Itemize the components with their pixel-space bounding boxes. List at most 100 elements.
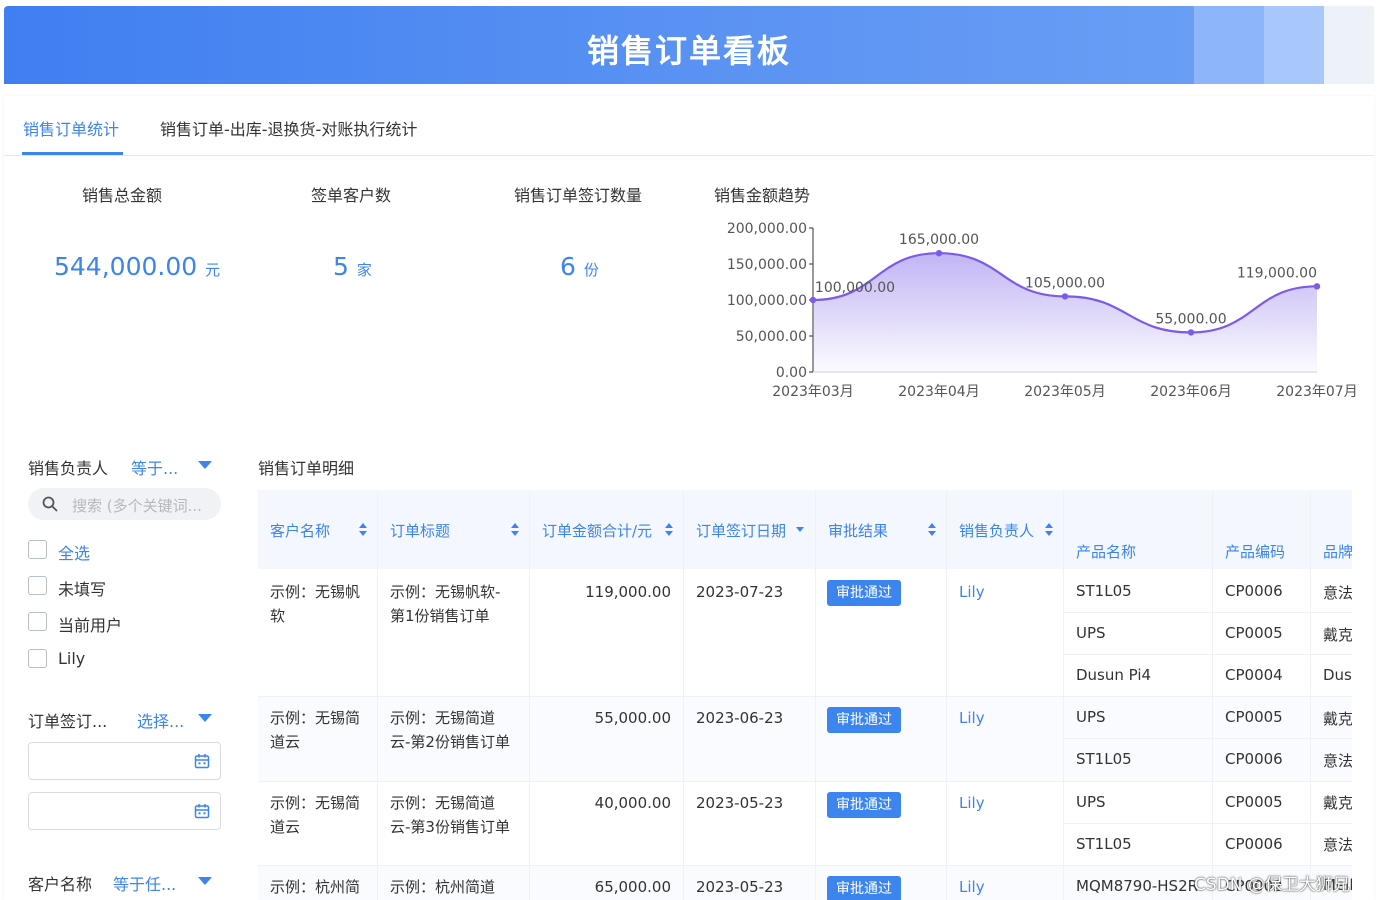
- sort-icon[interactable]: [511, 523, 519, 537]
- status-badge: 审批通过: [827, 707, 901, 733]
- column-divider: [1212, 490, 1213, 900]
- sort-icon[interactable]: [359, 523, 367, 537]
- cell-text: 云-第2份销售订单: [390, 733, 510, 751]
- checkbox-empty[interactable]: [28, 576, 47, 595]
- option-empty[interactable]: 未填写: [58, 576, 106, 600]
- cell-date: 2023-07-23: [696, 583, 784, 601]
- cell-product-code: CP0006: [1225, 750, 1283, 768]
- option-lily[interactable]: Lily: [58, 649, 85, 668]
- cell-customer: 示例：无锡简 道云: [270, 706, 360, 754]
- x-tick-label: 2023年04月: [898, 384, 979, 400]
- cell-text: 示例：无锡简道: [390, 794, 496, 812]
- column-header-customer[interactable]: 客户名称: [270, 520, 330, 541]
- cell-brand: 意法: [1323, 584, 1352, 602]
- sort-icon[interactable]: [928, 523, 936, 537]
- cell-customer: 示例：无锡帆软: [270, 580, 360, 628]
- cell-order-title: 示例：无锡简道 云-第3份销售订单: [390, 791, 510, 839]
- owner-link[interactable]: Lily: [959, 791, 985, 815]
- data-point: [809, 296, 817, 304]
- column-header-title[interactable]: 订单标题: [390, 520, 450, 541]
- cell-product-name: UPS: [1076, 624, 1106, 642]
- kpi-number: 544,000.00: [54, 252, 198, 281]
- cell-order-title: 示例：无锡简道 云-第2份销售订单: [390, 706, 510, 754]
- column-header-brand[interactable]: 品牌: [1323, 541, 1352, 562]
- column-divider: [377, 490, 378, 900]
- sort-icon[interactable]: [665, 523, 673, 537]
- owner-link[interactable]: Lily: [959, 875, 985, 899]
- status-badge: 审批通过: [827, 876, 901, 900]
- option-select-all[interactable]: 全选: [58, 540, 90, 564]
- tab-execution-stats[interactable]: 销售订单-出库-退换货-对账执行统计: [160, 116, 417, 140]
- cell-text: 道云: [270, 733, 301, 751]
- column-divider: [946, 490, 947, 900]
- cell-brand: 戴克: [1323, 794, 1352, 812]
- cell-text: 示例：无锡简: [270, 794, 361, 812]
- data-point: [935, 250, 943, 257]
- cell-brand: 戴克: [1323, 626, 1352, 644]
- cell-brand: 意法: [1323, 836, 1352, 854]
- y-tick-label: 100,000.00: [727, 293, 807, 309]
- brand-column-clip: 品牌 意法 戴克 Dusun 戴克 意法 戴克 意法 Mell: [1322, 490, 1352, 900]
- date-filter-select[interactable]: 选择...: [137, 708, 184, 732]
- data-label: 105,000.00: [1025, 275, 1105, 291]
- sales-trend-chart: 0.00 50,000.00 100,000.00 150,000.00 200,000…: [727, 221, 1358, 400]
- column-header-amount[interactable]: 订单金额合计/元: [542, 520, 652, 541]
- data-label: 55,000.00: [1155, 311, 1226, 327]
- column-header-owner[interactable]: 销售负责人: [959, 520, 1034, 541]
- tab-sales-stats[interactable]: 销售订单统计: [23, 116, 119, 140]
- y-tick-label: 0.00: [776, 365, 807, 381]
- cell-brand: 意法: [1323, 752, 1352, 770]
- column-header-product-code[interactable]: 产品编码: [1225, 541, 1285, 562]
- owner-link[interactable]: Lily: [959, 706, 985, 730]
- status-badge: 审批通过: [827, 792, 901, 818]
- date-end-field[interactable]: [28, 792, 221, 830]
- checkbox-lily[interactable]: [28, 649, 47, 668]
- status-badge: 审批通过: [827, 580, 901, 606]
- y-tick-label: 50,000.00: [736, 329, 807, 345]
- owner-link[interactable]: Lily: [959, 580, 985, 604]
- column-header-product-name[interactable]: 产品名称: [1076, 541, 1136, 562]
- owner-filter-select[interactable]: 等于...: [131, 455, 178, 479]
- checkbox-select-all[interactable]: [28, 540, 47, 559]
- kpi-label: 签单客户数: [311, 186, 392, 205]
- date-filter-label: 订单签订...: [28, 712, 108, 731]
- calendar-icon[interactable]: [194, 753, 210, 769]
- cell-brand: Dusun: [1323, 666, 1352, 684]
- cell-amount: 65,000.00: [594, 878, 671, 896]
- checkbox-current-user[interactable]: [28, 612, 47, 631]
- trend-title: 销售金额趋势: [714, 186, 811, 205]
- kpi-customers: 签单客户数 5 家: [311, 182, 392, 281]
- watermark: CSDN @保卫大狮兄: [1194, 875, 1350, 895]
- customer-filter-label: 客户名称: [28, 875, 93, 894]
- chevron-down-icon[interactable]: [198, 877, 212, 885]
- owner-filter-label: 销售负责人: [28, 459, 109, 478]
- calendar-icon[interactable]: [194, 803, 210, 819]
- column-header-date[interactable]: 订单签订日期: [696, 520, 786, 541]
- chevron-down-icon[interactable]: [198, 461, 212, 469]
- cell-text: 第1份销售订单: [390, 607, 490, 625]
- x-tick-label: 2023年05月: [1024, 384, 1105, 400]
- data-point: [1187, 329, 1195, 336]
- customer-filter-select[interactable]: 等于任...: [113, 871, 176, 895]
- tab-bar: 销售订单统计 销售订单-出库-退换货-对账执行统计: [4, 96, 1374, 156]
- cell-customer: 示例：无锡简 道云: [270, 791, 360, 839]
- row-divider: [258, 696, 1352, 697]
- kpi-total-amount: 销售总金额 544,000.00 元: [54, 182, 220, 281]
- cell-text: 示例：无锡简: [270, 709, 361, 727]
- chevron-down-icon[interactable]: [198, 714, 212, 722]
- page-title: 销售订单看板: [586, 32, 791, 70]
- y-tick-label: 200,000.00: [727, 221, 807, 237]
- column-header-approval[interactable]: 审批结果: [828, 520, 888, 541]
- cell-product-name: ST1L05: [1076, 835, 1132, 853]
- kpi-label: 销售总金额: [82, 186, 163, 205]
- option-current-user[interactable]: 当前用户: [58, 612, 122, 636]
- date-start-field[interactable]: [28, 742, 221, 780]
- column-divider: [683, 490, 684, 900]
- sort-desc-icon[interactable]: [796, 527, 804, 532]
- kpi-orders: 销售订单签订数量 6 份: [514, 182, 642, 281]
- kpi-unit: 元: [205, 261, 221, 279]
- cell-product-name: UPS: [1076, 708, 1106, 726]
- sort-icon[interactable]: [1045, 523, 1053, 537]
- search-input[interactable]: 搜索 (多个关键词...: [28, 488, 221, 520]
- cell-amount: 55,000.00: [594, 709, 671, 727]
